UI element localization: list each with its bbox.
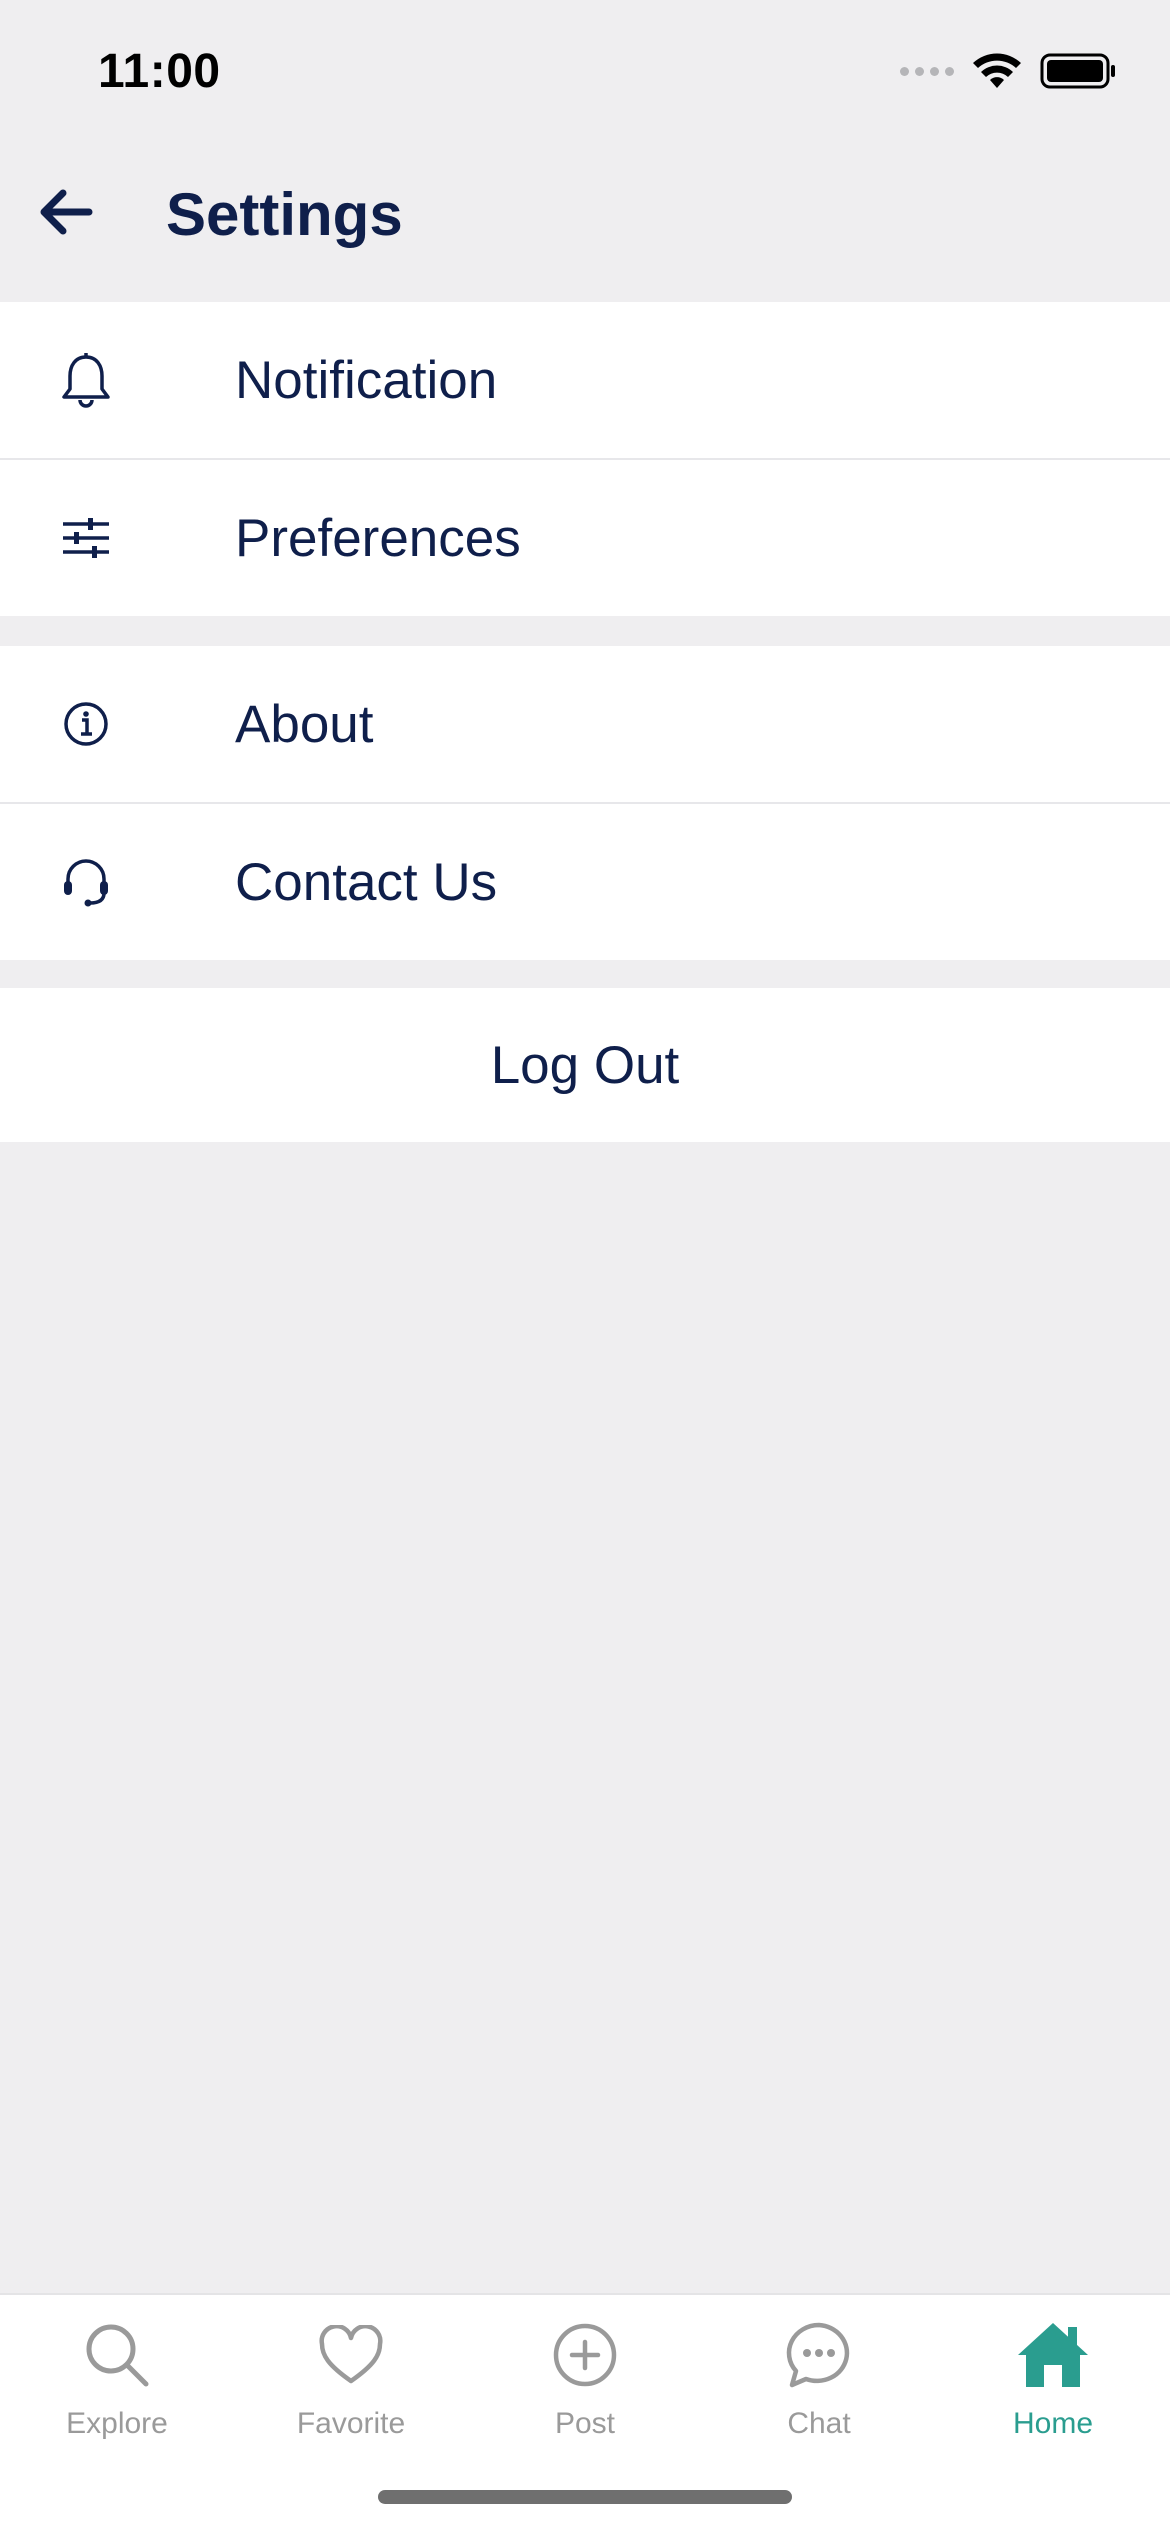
back-button[interactable]	[34, 180, 98, 244]
chat-bubble-icon	[779, 2315, 859, 2395]
logout-label: Log Out	[490, 1035, 680, 1095]
tab-home[interactable]: Home	[936, 2315, 1170, 2465]
tab-label: Explore	[66, 2407, 168, 2440]
headset-icon	[58, 854, 114, 910]
tab-post[interactable]: Post	[468, 2315, 702, 2465]
tab-label: Post	[554, 2407, 616, 2440]
settings-item-label: Preferences	[235, 508, 521, 568]
home-icon	[1013, 2315, 1093, 2395]
status-bar: 11:00	[0, 0, 1170, 150]
settings-item-notification[interactable]: Notification	[0, 302, 1170, 458]
status-icons	[900, 52, 1118, 90]
settings-item-preferences[interactable]: Preferences	[0, 458, 1170, 616]
plus-circle-icon	[545, 2315, 625, 2395]
tab-chat[interactable]: Chat	[702, 2315, 936, 2465]
bell-icon	[58, 352, 114, 408]
info-icon	[58, 696, 114, 752]
settings-group-support: About Contact Us	[0, 646, 1170, 960]
settings-group-general: Notification Preferences	[0, 302, 1170, 616]
tab-label: Chat	[787, 2407, 851, 2440]
tab-explore[interactable]: Explore	[0, 2315, 234, 2465]
sliders-icon	[58, 510, 114, 566]
logout-button[interactable]: Log Out	[0, 988, 1170, 1142]
status-time: 11:00	[98, 45, 221, 98]
wifi-icon	[973, 53, 1021, 88]
arrow-left-icon	[40, 189, 93, 235]
settings-item-label: Contact Us	[235, 852, 498, 912]
search-icon	[77, 2315, 157, 2395]
battery-icon	[1040, 53, 1115, 89]
settings-item-label: About	[235, 694, 374, 754]
home-indicator	[378, 2490, 792, 2504]
settings-item-about[interactable]: About	[0, 646, 1170, 802]
page-title: Settings	[166, 181, 403, 248]
settings-item-label: Notification	[235, 350, 498, 410]
heart-icon	[311, 2315, 391, 2395]
tab-label: Home	[1012, 2407, 1094, 2440]
settings-item-contact-us[interactable]: Contact Us	[0, 802, 1170, 960]
cellular-signal-icon	[900, 66, 954, 76]
tab-favorite[interactable]: Favorite	[234, 2315, 468, 2465]
header: Settings	[0, 150, 1170, 300]
tab-label: Favorite	[296, 2407, 406, 2440]
